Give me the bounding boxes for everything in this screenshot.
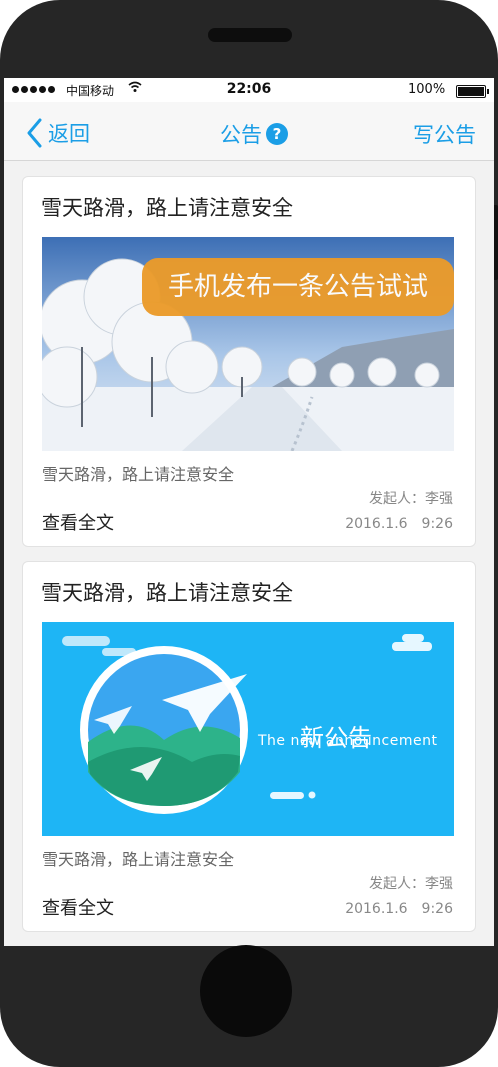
page-title: 公告 ? [220, 119, 288, 149]
read-full-link[interactable]: 查看全文 [42, 509, 114, 535]
status-bar: 中国移动 22:06 100% [4, 78, 494, 102]
card-title: 雪天路滑，路上请注意安全 [41, 581, 293, 605]
speaker-grille [208, 28, 292, 42]
battery-percent: 100% [408, 82, 446, 97]
card-summary: 雪天路滑，路上请注意安全 [42, 465, 235, 484]
help-icon[interactable]: ? [266, 123, 288, 145]
card-summary: 雪天路滑，路上请注意安全 [42, 850, 235, 869]
chevron-left-icon [27, 118, 42, 148]
home-button[interactable] [200, 945, 292, 1037]
banner-subtitle: The new announcement [258, 733, 438, 749]
page-title-text: 公告 [220, 123, 262, 147]
author-label: 发起人：李强 [369, 491, 453, 507]
publish-hint-tooltip[interactable]: 手机发布一条公告试试 [142, 258, 454, 316]
nav-bar: 返回 公告 ? 写公告 [4, 102, 494, 161]
paper-plane-banner-image [42, 622, 454, 836]
author-label: 发起人：李强 [369, 876, 453, 892]
announcement-card[interactable]: 雪天路滑，路上请注意安全 雪天路滑，路上请注意安全 发起人：李强 2016.1.… [22, 176, 476, 547]
read-full-link[interactable]: 查看全文 [42, 894, 114, 920]
battery-icon [456, 85, 489, 98]
card-title: 雪天路滑，路上请注意安全 [41, 196, 293, 220]
phone-frame: 中国移动 22:06 100% 返回 公告 ? 写公告 雪天路滑，路上请注意安全 [0, 0, 498, 1067]
back-button[interactable]: 返回 [26, 118, 90, 148]
screen: 中国移动 22:06 100% 返回 公告 ? 写公告 雪天路滑，路上请注意安全 [4, 78, 494, 946]
date-label: 2016.1.6 9:26 [345, 901, 453, 917]
back-label: 返回 [48, 122, 90, 146]
compose-announcement-button[interactable]: 写公告 [413, 119, 476, 149]
date-label: 2016.1.6 9:26 [345, 516, 453, 532]
